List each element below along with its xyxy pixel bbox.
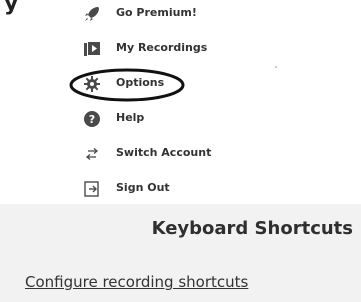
gear-icon (82, 74, 102, 94)
sign-out-icon (82, 179, 102, 199)
svg-text:?: ? (89, 113, 95, 126)
menu-item-label: Sign Out (116, 181, 170, 194)
help-icon: ? (82, 109, 102, 129)
keyboard-shortcuts-panel: Keyboard Shortcuts Configure recording s… (0, 204, 361, 302)
menu-item-label: Go Premium! (116, 6, 197, 19)
menu-item-label: Switch Account (116, 146, 212, 159)
menu-item-label: Options (116, 76, 165, 89)
configure-shortcuts-link[interactable]: Configure recording shortcuts (25, 273, 248, 291)
cropped-heading-text: y (4, 0, 19, 16)
switch-account-icon (82, 144, 102, 164)
menu-item-label: Help (116, 111, 145, 124)
recordings-icon (82, 39, 102, 59)
menu-item-label: My Recordings (116, 41, 208, 54)
section-title: Keyboard Shortcuts (151, 218, 353, 239)
stray-dot (275, 66, 277, 68)
account-menu: y Go Premium! My Recordings Options ? He… (0, 0, 361, 204)
rocket-icon (82, 4, 102, 24)
